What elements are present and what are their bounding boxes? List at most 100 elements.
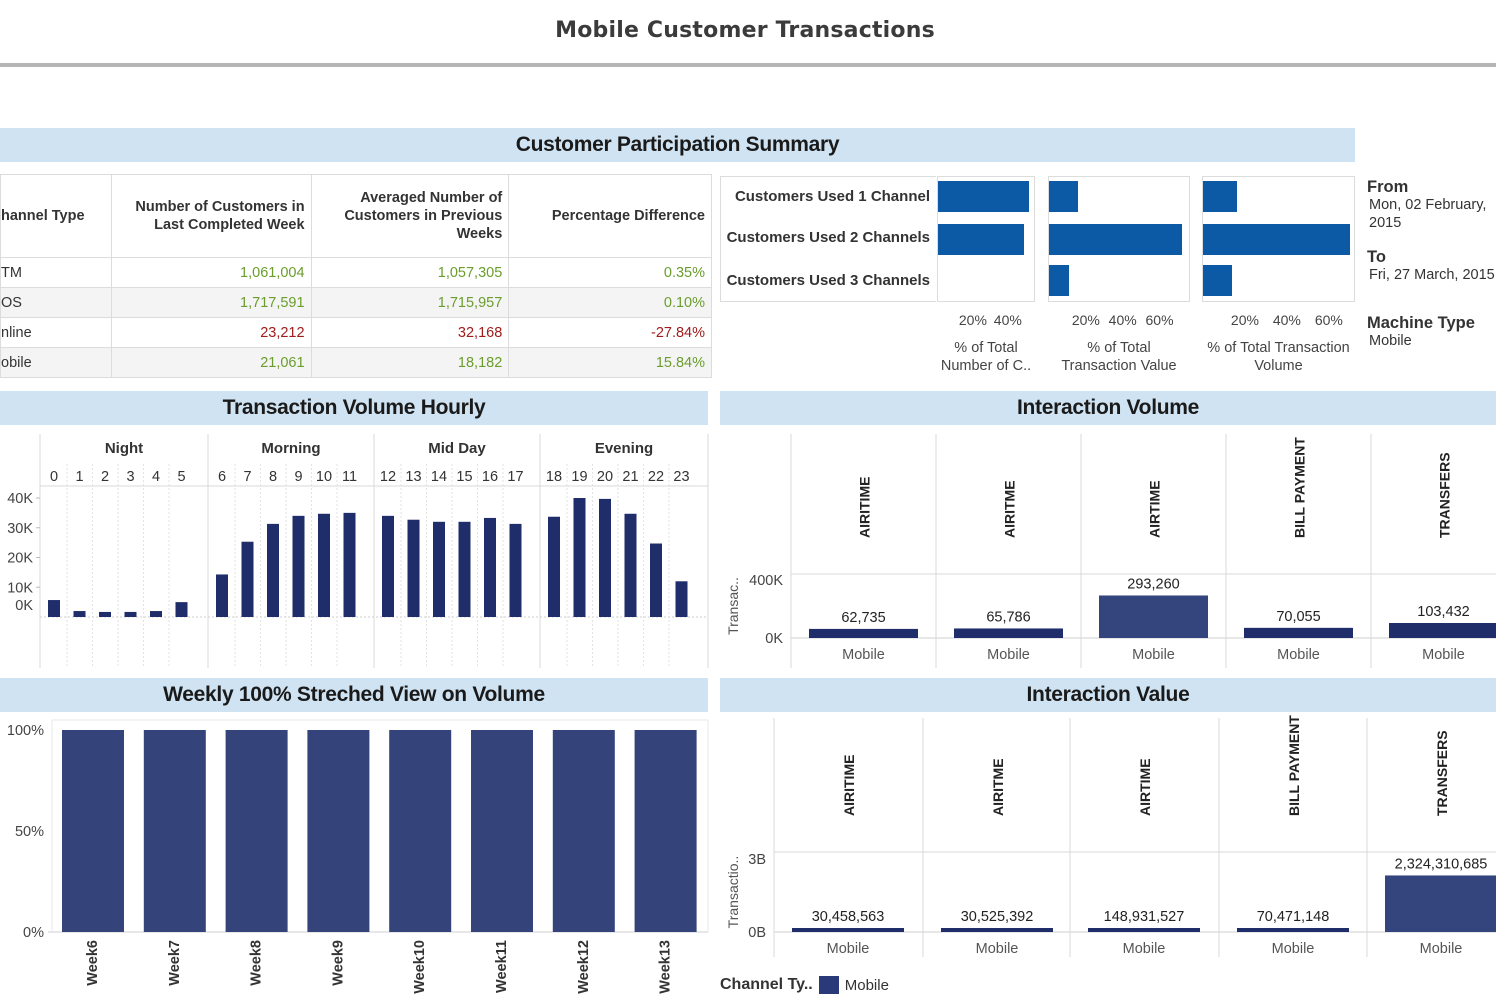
hour-label: 2 xyxy=(101,469,109,485)
hourly-bar xyxy=(382,515,394,617)
axis-title-line: Volume xyxy=(1254,358,1303,374)
hourly-bar xyxy=(509,523,522,617)
group-label-evening: Evening xyxy=(595,440,653,457)
interaction-bar xyxy=(1237,928,1349,932)
axis-title-line: % of Total Transaction xyxy=(1207,340,1350,356)
cell-pct-diff: 0.35% xyxy=(508,257,712,288)
row-label-2-channels: Customers Used 2 Channels xyxy=(726,229,930,246)
bar-value-label: 65,786 xyxy=(986,609,1030,625)
cell-pct-diff: 15.84% xyxy=(508,347,712,378)
hour-label: 20 xyxy=(597,469,613,485)
participation-panel-2 xyxy=(1048,176,1190,302)
legend-title: Channel Ty.. xyxy=(720,976,813,993)
cell-avg-previous: 1,715,957 xyxy=(310,287,510,318)
date-from-filter[interactable]: From Mon, 02 February, 2015 xyxy=(1367,178,1486,232)
participation-bar[interactable] xyxy=(1049,224,1182,255)
hourly-bar xyxy=(675,581,688,617)
x-category-label: Mobile xyxy=(987,647,1030,663)
cell-avg-previous: 1,057,305 xyxy=(310,257,510,288)
column-header-last-week[interactable]: Number of Customers in Last Completed We… xyxy=(110,174,312,258)
hour-label: 14 xyxy=(431,469,447,485)
hour-label: 8 xyxy=(269,469,277,485)
bar-value-label: 148,931,527 xyxy=(1104,909,1185,925)
hourly-bar xyxy=(650,543,662,617)
to-label: To xyxy=(1367,248,1386,266)
x-category-label: Mobile xyxy=(1277,647,1320,663)
participation-bar[interactable] xyxy=(938,224,1024,255)
hourly-bar xyxy=(573,498,586,617)
legend-swatch-mobile xyxy=(818,976,839,994)
channel-type-legend[interactable]: Channel Ty.. Mobile xyxy=(720,976,889,994)
group-label-morning: Morning xyxy=(261,440,320,457)
group-label-mid-day: Mid Day xyxy=(428,440,486,457)
y-tick-label: 40K xyxy=(7,491,33,507)
axis-tick-label: 40% xyxy=(993,312,1022,328)
interaction-bar xyxy=(954,628,1063,638)
y-axis-title: Transactio.. xyxy=(725,856,741,929)
week-label: Week11 xyxy=(494,940,510,993)
axis-tick-label: 20% xyxy=(958,312,987,328)
participation-bar[interactable] xyxy=(1049,265,1070,296)
to-value: Fri, 27 March, 2015 xyxy=(1369,267,1495,283)
hourly-bar xyxy=(73,611,86,617)
participation-bar[interactable] xyxy=(1203,224,1350,255)
hour-label: 10 xyxy=(316,469,332,485)
y-axis-title: Transac.. xyxy=(725,577,741,635)
participation-bar[interactable] xyxy=(1049,181,1079,212)
weekly-bar xyxy=(389,730,452,932)
participation-bar[interactable] xyxy=(1203,181,1237,212)
category-label: TRANSFERS xyxy=(1434,730,1450,816)
weekly-stretched-chart: 100% 50% 0% Week6 Week7 Week8 Week9 Week10 Week1… xyxy=(7,719,709,994)
hour-label: 6 xyxy=(218,469,226,485)
cell-avg-previous: 18,182 xyxy=(310,347,510,378)
table-row[interactable]: nline 23,212 32,168 -27.84% xyxy=(0,317,712,348)
participation-panel-1 xyxy=(937,176,1035,302)
category-label: AIRITIME xyxy=(841,755,857,816)
week-label: Week6 xyxy=(85,940,101,986)
cell-pct-diff: -27.84% xyxy=(508,317,712,348)
row-label-1-channel: Customers Used 1 Channel xyxy=(734,188,930,205)
interaction-value-chart: AIRITIME 30,458,563 Mobile AIRITME 30,525,39… xyxy=(725,715,1496,957)
interaction-bar xyxy=(1099,595,1208,638)
hour-label: 1 xyxy=(75,469,83,485)
hour-label: 13 xyxy=(405,469,421,485)
bar-value-label: 62,735 xyxy=(841,610,885,626)
date-to-filter[interactable]: To Fri, 27 March, 2015 xyxy=(1367,248,1495,284)
week-label: Week7 xyxy=(167,940,183,986)
x-category-label: Mobile xyxy=(1272,941,1315,957)
participation-bar[interactable] xyxy=(938,181,1029,212)
interaction-bar xyxy=(792,928,904,932)
machine-type-filter[interactable]: Machine Type Mobile xyxy=(1367,314,1475,350)
hourly-bar xyxy=(292,515,305,617)
axis-tick-label: 40% xyxy=(1272,312,1301,328)
from-value-line2: 2015 xyxy=(1369,215,1402,231)
y-tick-label: 0% xyxy=(23,925,44,941)
table-row[interactable]: TM 1,061,004 1,057,305 0.35% xyxy=(0,257,712,288)
table-header-row: hannel Type Number of Customers in Last … xyxy=(0,174,712,258)
column-header-channel-type[interactable]: hannel Type xyxy=(0,174,112,258)
x-category-label: Mobile xyxy=(1132,647,1175,663)
axis-tick-label: 60% xyxy=(1314,312,1343,328)
section-header-interaction-volume: Interaction Volume xyxy=(720,391,1496,425)
hour-label: 9 xyxy=(294,469,302,485)
section-header-interaction-value: Interaction Value xyxy=(720,678,1496,712)
table-row[interactable]: obile 21,061 18,182 15.84% xyxy=(0,347,712,378)
y-tick-label: 10K xyxy=(7,580,33,596)
from-value-line1: Mon, 02 February, xyxy=(1369,197,1487,213)
column-header-avg-previous[interactable]: Averaged Number of Customers in Previous… xyxy=(310,174,510,258)
column-header-pct-diff[interactable]: Percentage Difference xyxy=(508,174,712,258)
bar-value-label: 30,458,563 xyxy=(812,909,885,925)
hourly-bar xyxy=(150,611,162,617)
hour-label: 4 xyxy=(152,469,160,485)
hourly-bar xyxy=(599,498,611,617)
y-tick-label: 400K xyxy=(749,573,783,589)
weekly-bar xyxy=(225,730,288,932)
row-label-3-channels: Customers Used 3 Channels xyxy=(726,272,930,289)
x-category-label: Mobile xyxy=(976,941,1019,957)
table-row[interactable]: OS 1,717,591 1,715,957 0.10% xyxy=(0,287,712,318)
hourly-bar xyxy=(318,513,330,617)
hour-label: 16 xyxy=(482,469,498,485)
hourly-bar xyxy=(124,611,137,617)
cell-pct-diff: 0.10% xyxy=(508,287,712,318)
participation-bar[interactable] xyxy=(1203,265,1233,296)
